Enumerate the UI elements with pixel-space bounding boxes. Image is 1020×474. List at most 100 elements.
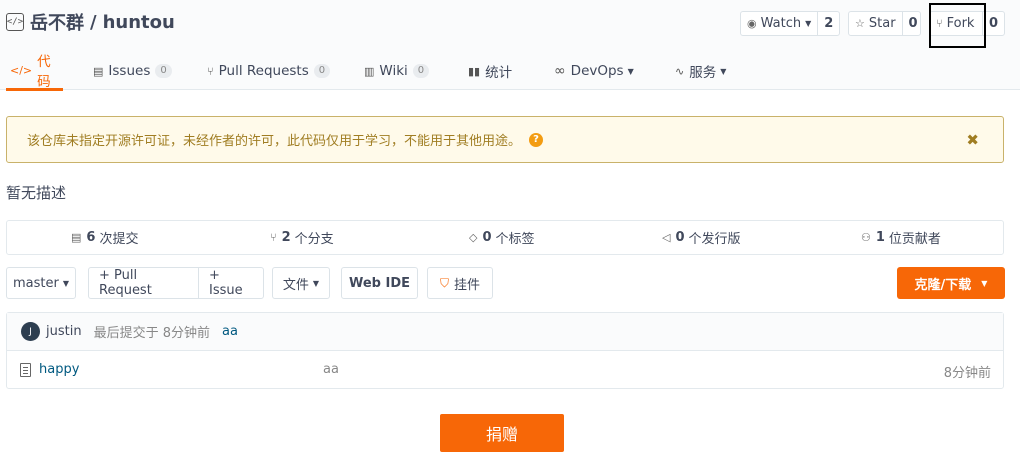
tab-wiki[interactable]: ▥ Wiki 0 (364, 52, 430, 90)
star-count[interactable]: 0 (903, 12, 924, 35)
wiki-icon: ▥ (364, 64, 375, 78)
send-icon: ◁ (662, 231, 671, 244)
list-item[interactable]: happy aa 8分钟前 (7, 352, 1003, 389)
tab-issues-badge: 0 (155, 64, 172, 78)
stat-tags-count: 0 (482, 230, 492, 245)
tab-devops-label: DevOps (570, 63, 624, 79)
stat-commits[interactable]: ▤ 6 次提交 (71, 221, 138, 254)
service-icon: ∿ (675, 64, 685, 78)
devops-icon: ∞ (554, 63, 566, 79)
stat-contributors-count: 1 (875, 230, 885, 245)
stat-releases-label: 个发行版 (688, 232, 741, 247)
tab-pull-requests[interactable]: ⑂ Pull Requests 0 (207, 52, 331, 90)
eye-icon: ◉ (747, 17, 757, 30)
stat-branches-label: 个分支 (294, 232, 334, 247)
issues-icon: ▤ (93, 64, 104, 78)
tab-service[interactable]: ∿ 服务 ▼ (675, 52, 726, 90)
tab-stats[interactable]: ▮▮ 统计 (468, 52, 512, 90)
clone-download-button[interactable]: 克隆/下载 ▼ (897, 267, 1005, 299)
tab-wiki-label: Wiki (379, 63, 408, 79)
stat-releases-count: 0 (675, 230, 685, 245)
plugin-button[interactable]: ⛉ 挂件 (427, 267, 493, 299)
star-button[interactable]: ☆ Star (849, 12, 903, 35)
file-name[interactable]: happy (39, 362, 79, 377)
tab-service-label: 服务 (689, 65, 717, 81)
stats-icon: ▮▮ (468, 64, 481, 78)
watch-button[interactable]: ◉ Watch ▼ (741, 12, 819, 35)
file-list: J justin 最后提交于 8分钟前 aa happy aa 8分钟前 (6, 312, 1004, 389)
commit-meta: 最后提交于 8分钟前 (93, 326, 210, 341)
chevron-down-icon: ▼ (627, 66, 634, 76)
tab-code[interactable]: </> 代码 (6, 52, 63, 91)
repo-title: </> 岳不群 / huntou (6, 9, 175, 35)
branch-select[interactable]: master ▼ (6, 267, 76, 299)
watch-count[interactable]: 2 (818, 12, 839, 35)
watch-label: Watch (760, 16, 802, 31)
chevron-down-icon: ▼ (720, 66, 727, 76)
star-icon: ☆ (855, 17, 865, 30)
bookmark-icon: ⛉ (439, 275, 449, 290)
repo-header: </> 岳不群 / huntou ◉ Watch ▼ 2 ☆ Star 0 ⑂ … (0, 0, 1020, 91)
repo-description: 暂无描述 (6, 184, 67, 202)
commit-icon: ▤ (71, 231, 82, 244)
stat-branches[interactable]: ⑂ 2 个分支 (270, 221, 334, 254)
branch-icon: ⑂ (270, 231, 277, 244)
file-menu-button[interactable]: 文件 ▼ (272, 267, 330, 299)
branch-select-label: master (13, 275, 59, 291)
chevron-down-icon: ▼ (981, 278, 988, 288)
tab-wiki-badge: 0 (412, 64, 430, 78)
repo-owner-link[interactable]: 岳不群 (30, 9, 84, 35)
donate-button[interactable]: 捐赠 (440, 414, 564, 452)
commit-author[interactable]: justin (46, 324, 82, 339)
code-icon: </> (10, 63, 33, 77)
pull-request-button[interactable]: + Pull Request (89, 268, 198, 298)
tab-issues[interactable]: ▤ Issues 0 (93, 52, 172, 90)
clone-download-label: 克隆/下载 (914, 277, 972, 293)
stat-contributors-label: 位贡献者 (888, 232, 941, 247)
fork-highlight-box (929, 3, 986, 48)
chevron-down-icon: ▼ (312, 278, 320, 288)
stat-tags-label: 个标签 (495, 232, 535, 247)
issue-button[interactable]: + Issue (198, 268, 263, 298)
file-menu-label: 文件 (282, 277, 309, 293)
stat-branches-count: 2 (281, 230, 291, 245)
commit-message[interactable]: aa (222, 324, 238, 339)
repo-separator: / (90, 11, 97, 33)
avatar[interactable]: J (21, 322, 40, 341)
latest-commit-row: J justin 最后提交于 8分钟前 aa (7, 313, 1003, 351)
create-group: + Pull Request + Issue (88, 267, 264, 299)
stat-commits-count: 6 (86, 230, 96, 245)
chevron-down-icon: ▼ (62, 278, 69, 288)
file-time: 8分钟前 (943, 366, 991, 381)
repo-stats-bar: ▤ 6 次提交 ⑂ 2 个分支 ◇ 0 个标签 ◁ 0 个发行版 ⚇ 1 位贡献… (6, 220, 1004, 255)
star-group: ☆ Star 0 (848, 11, 921, 36)
chevron-down-icon: ▼ (805, 19, 812, 28)
tab-devops[interactable]: ∞ DevOps ▼ (554, 52, 634, 90)
fork-count[interactable]: 0 (983, 12, 1004, 35)
file-icon (20, 363, 31, 377)
close-icon[interactable]: ✖ (966, 131, 979, 149)
star-label: Star (868, 16, 896, 31)
repo-tabs: </> 代码 ▤ Issues 0 ⑂ Pull Requests 0 ▥ Wi… (0, 52, 1020, 91)
code-repo-icon: </> (6, 13, 24, 31)
tag-icon: ◇ (469, 231, 478, 244)
stat-commits-label: 次提交 (99, 232, 139, 247)
pull-request-icon: ⑂ (207, 64, 214, 78)
license-notice: 该仓库未指定开源许可证，未经作者的许可，此代码仅用于学习，不能用于其他用途。 ?… (6, 116, 1004, 163)
help-icon[interactable]: ? (529, 132, 544, 147)
plugin-label: 挂件 (454, 277, 481, 293)
repo-name-link[interactable]: huntou (103, 12, 175, 33)
tab-code-label: 代码 (37, 54, 51, 90)
watch-group: ◉ Watch ▼ 2 (740, 11, 840, 36)
tab-pull-requests-badge: 0 (313, 64, 331, 78)
tab-stats-label: 统计 (485, 65, 513, 81)
tab-issues-label: Issues (108, 63, 151, 79)
file-commit-message[interactable]: aa (323, 362, 339, 377)
stat-contributors[interactable]: ⚇ 1 位贡献者 (861, 221, 941, 254)
stat-tags[interactable]: ◇ 0 个标签 (469, 221, 535, 254)
web-ide-button[interactable]: Web IDE (341, 267, 418, 299)
license-notice-text: 该仓库未指定开源许可证，未经作者的许可，此代码仅用于学习，不能用于其他用途。 (27, 134, 522, 149)
stat-releases[interactable]: ◁ 0 个发行版 (662, 221, 741, 254)
contributors-icon: ⚇ (861, 231, 871, 244)
tab-pull-requests-label: Pull Requests (218, 63, 309, 79)
